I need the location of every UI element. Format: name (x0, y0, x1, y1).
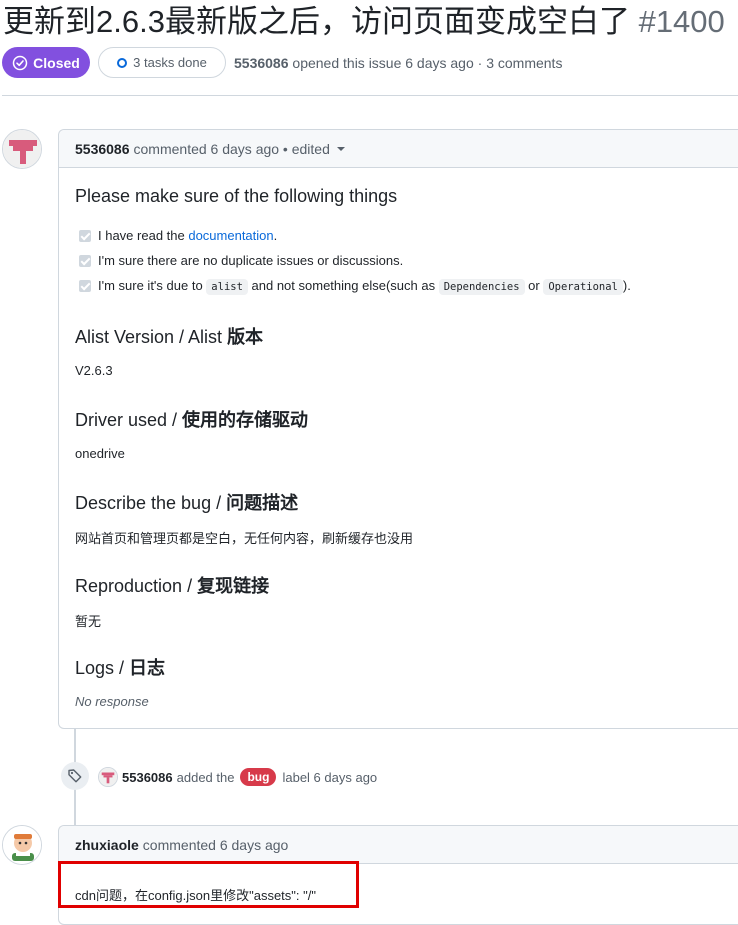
section-heading: Driver used / 使用的存储驱动 (75, 406, 308, 432)
heading-en: Logs / (75, 658, 130, 678)
issue-comment: 5536086 commented 6 days ago • edited Pl… (58, 129, 738, 729)
header-divider (2, 95, 738, 96)
task-text: I have read the (98, 228, 189, 243)
section-body: 网站首页和管理页都是空白，无任何内容，刷新缓存也没用 (75, 531, 414, 546)
chevron-down-icon[interactable] (336, 146, 345, 151)
comment-header: 5536086 commented 6 days ago • edited (59, 130, 738, 168)
task-text: I'm sure there are no duplicate issues o… (98, 253, 404, 268)
issue-meta: 5536086 opened this issue 6 days ago · 3… (234, 55, 562, 71)
task-item: I'm sure it's due to alist and not somet… (79, 278, 631, 295)
event-author-avatar[interactable] (98, 767, 118, 787)
tag-icon (61, 762, 89, 790)
closed-label: Closed (33, 54, 80, 71)
identicon-icon (3, 130, 41, 168)
checklist-heading: Please make sure of the following things (75, 186, 397, 207)
documentation-link[interactable]: documentation (188, 228, 273, 243)
section-heading: Logs / 日志 (75, 654, 165, 680)
heading-zh: 使用的存储驱动 (182, 410, 309, 430)
commenter-avatar[interactable] (2, 825, 42, 865)
code-operational: Operational (543, 279, 623, 295)
label-event: 5536086 added the bug label 6 days ago (98, 767, 377, 787)
red-highlight-box (58, 861, 359, 908)
event-suffix: label 6 days ago (282, 769, 378, 785)
issue-opened-text: opened this issue 6 days ago · 3 comment… (292, 55, 563, 71)
checkbox-checked[interactable] (79, 229, 91, 242)
issue-number: #1400 (638, 4, 725, 39)
checkbox-checked[interactable] (79, 254, 91, 267)
task-text: or (524, 278, 544, 293)
author-avatar[interactable] (2, 129, 42, 169)
code-alist: alist (206, 279, 248, 295)
comment-author[interactable]: zhuxiaole (75, 837, 139, 853)
checkbox-checked[interactable] (79, 279, 91, 292)
section-body: onedrive (75, 446, 125, 461)
bug-label[interactable]: bug (240, 768, 277, 786)
heading-zh: 版本 (227, 327, 264, 347)
tasks-done-label: 3 tasks done (133, 55, 207, 70)
heading-zh: 问题描述 (226, 493, 299, 513)
section-heading: Reproduction / 复现链接 (75, 572, 269, 598)
comment-author[interactable]: 5536086 (75, 141, 130, 157)
checklist-heading-text: Please make sure of the following things (75, 186, 398, 206)
issue-title-text: 更新到2.6.3最新版之后，访问页面变成空白了 (3, 4, 630, 39)
issue-author-link[interactable]: 5536086 (234, 55, 289, 71)
section-body: 暂无 (75, 614, 102, 629)
heading-en: Describe the bug / (75, 493, 227, 513)
event-action: added the (176, 769, 235, 785)
task-suffix: ). (622, 278, 631, 293)
closed-status-badge: Closed (2, 47, 90, 78)
heading-en: Alist Version / Alist (75, 327, 228, 347)
heading-zh: 日志 (129, 658, 166, 678)
section-heading: Alist Version / Alist 版本 (75, 323, 263, 349)
heading-en: Reproduction / (75, 576, 198, 596)
tasks-done-badge[interactable]: 3 tasks done (98, 47, 226, 78)
event-author[interactable]: 5536086 (122, 770, 173, 785)
comment-meta: commented 6 days ago • edited (133, 140, 330, 157)
task-suffix: . (273, 228, 278, 243)
issue-title: 更新到2.6.3最新版之后，访问页面变成空白了 #1400 (3, 2, 725, 42)
task-item: I'm sure there are no duplicate issues o… (79, 253, 403, 268)
heading-en: Driver used / (75, 410, 183, 430)
section-body: No response (75, 694, 149, 709)
cartoon-avatar-icon (3, 826, 41, 864)
task-text: and not something else(such as (247, 278, 439, 293)
code-dependencies: Dependencies (438, 279, 525, 295)
task-item: I have read the documentation. (79, 228, 277, 243)
task-text: I'm sure it's due to (98, 278, 207, 293)
heading-zh: 复现链接 (197, 576, 270, 596)
comment-meta: commented 6 days ago (142, 836, 289, 853)
identicon-icon (99, 768, 117, 786)
check-circle-icon (12, 55, 28, 70)
comment-header: zhuxiaole commented 6 days ago (59, 826, 738, 864)
section-heading: Describe the bug / 问题描述 (75, 489, 298, 515)
section-body: V2.6.3 (75, 363, 113, 378)
progress-ring-icon (117, 57, 128, 68)
